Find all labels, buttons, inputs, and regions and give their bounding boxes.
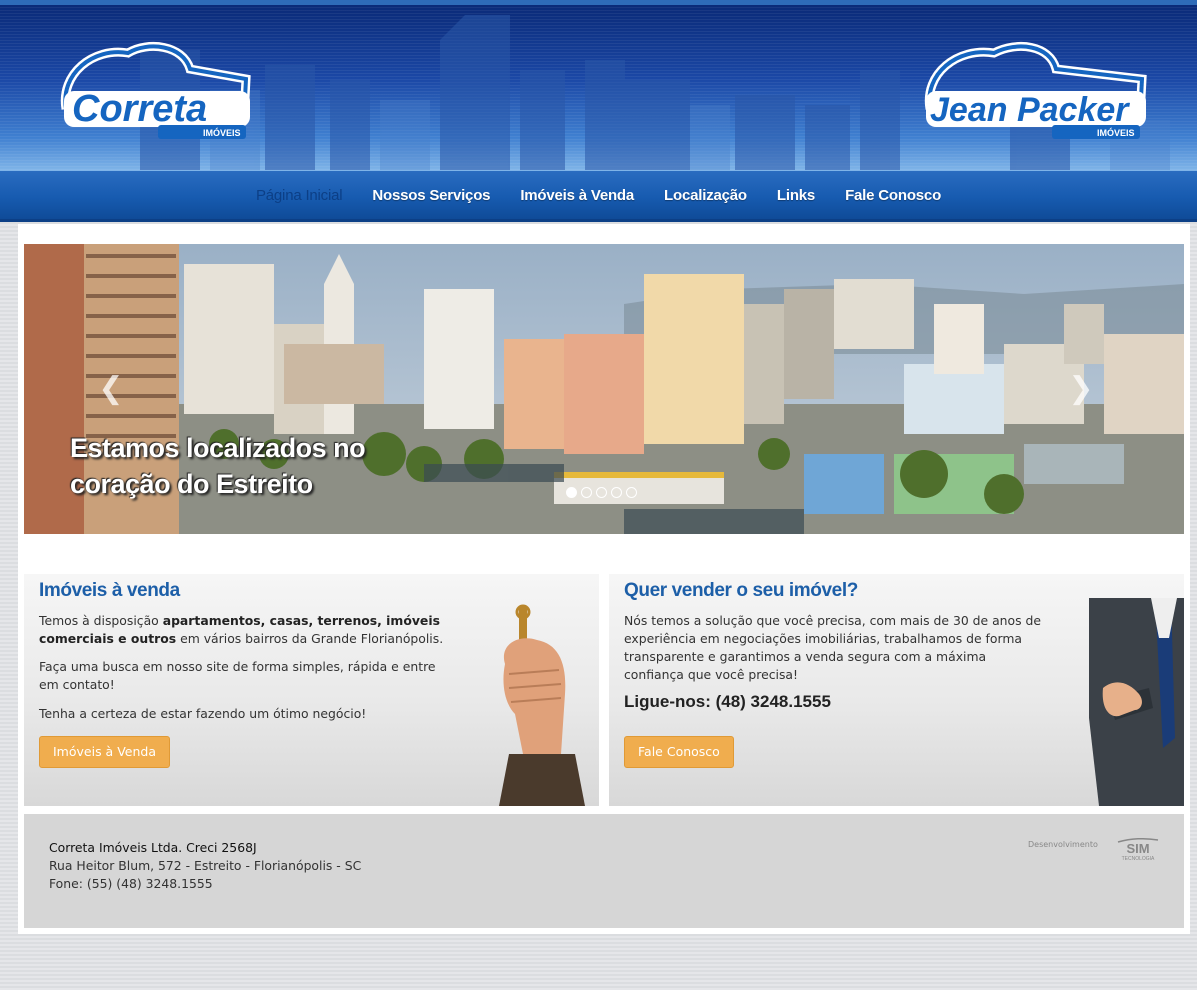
sim-logo-text: SIM (1126, 841, 1149, 856)
panel-left-text-2: Faça uma busca em nosso site de forma si… (39, 659, 436, 692)
footer-company: Correta Imóveis Ltda. Creci 2568J (49, 840, 257, 855)
developer-label: Desenvolvimento (1028, 840, 1098, 849)
main-nav: Página Inicial Nossos Serviços Imóveis à… (0, 170, 1197, 222)
correta-logo[interactable]: Correta IMÓVEIS (58, 39, 258, 145)
jean-packer-logo-text: Jean Packer (930, 91, 1130, 129)
hand-holding-key-image (499, 604, 585, 806)
slider-pagination (566, 487, 637, 498)
fale-conosco-button[interactable]: Fale Conosco (624, 736, 734, 768)
slide-caption: Estamos localizados no coração do Estrei… (70, 430, 366, 502)
phone-callout: Ligue-nos: (48) 3248.1555 (624, 692, 831, 711)
slider-dot-1[interactable] (566, 487, 577, 498)
panel-left-text-1-pre: Temos à disposição (39, 613, 163, 628)
panel-left-title: Imóveis à venda (39, 580, 180, 601)
slider-dot-3[interactable] (596, 487, 607, 498)
nav-item-fale-conosco[interactable]: Fale Conosco (830, 187, 956, 204)
panel-left-text-1: Temos à disposição apartamentos, casas, … (39, 612, 459, 648)
panel-imoveis-venda: Imóveis à venda Temos à disposição apart… (24, 574, 599, 806)
slider-dot-2[interactable] (581, 487, 592, 498)
nav-item-pagina-inicial[interactable]: Página Inicial (241, 187, 357, 204)
panel-right-title: Quer vender o seu imóvel? (624, 580, 858, 601)
imoveis-a-venda-button[interactable]: Imóveis à Venda (39, 736, 170, 768)
footer-phone: Fone: (55) (48) 3248.1555 (49, 876, 213, 891)
nav-item-imoveis-a-venda[interactable]: Imóveis à Venda (505, 187, 649, 204)
correta-logo-sub: IMÓVEIS (203, 127, 241, 138)
slider-dot-5[interactable] (626, 487, 637, 498)
footer-address: Rua Heitor Blum, 572 - Estreito - Floria… (49, 858, 362, 873)
businessman-handshake-image (1089, 598, 1184, 806)
panel-right-text-1: Nós temos a solução que você precisa, co… (624, 613, 1041, 682)
jean-packer-logo-sub: IMÓVEIS (1097, 127, 1135, 138)
jean-packer-logo[interactable]: Jean Packer IMÓVEIS (922, 39, 1154, 145)
nav-item-nossos-servicos[interactable]: Nossos Serviços (357, 187, 505, 204)
slide-caption-line1: Estamos localizados no (70, 433, 366, 463)
correta-logo-text: Correta (72, 88, 207, 130)
chevron-right-icon[interactable]: ❯ (1066, 374, 1096, 404)
chevron-left-icon[interactable]: ❮ (96, 374, 126, 404)
panel-left-text-1-post: em vários bairros da Grande Florianópoli… (176, 631, 444, 646)
site-footer: Correta Imóveis Ltda. Creci 2568J Rua He… (24, 814, 1184, 928)
panel-left-text-3: Tenha a certeza de estar fazendo um ótim… (39, 706, 367, 721)
content-frame: ❮ ❯ Estamos localizados no coração do Es… (18, 224, 1190, 934)
slide-caption-line2: coração do Estreito (70, 469, 313, 499)
nav-item-links[interactable]: Links (762, 187, 830, 204)
nav-item-localizacao[interactable]: Localização (649, 187, 762, 204)
panel-quer-vender: Quer vender o seu imóvel? Nós temos a so… (609, 574, 1184, 806)
hero-slider[interactable]: ❮ ❯ Estamos localizados no coração do Es… (24, 244, 1184, 534)
sim-logo-sub: TECNOLOGIA (1122, 856, 1155, 862)
sim-tecnologia-logo[interactable]: SIM TECNOLOGIA (1114, 836, 1162, 862)
site-header: Correta IMÓVEIS Jean Packer IMÓVEIS (0, 0, 1197, 170)
slider-dot-4[interactable] (611, 487, 622, 498)
